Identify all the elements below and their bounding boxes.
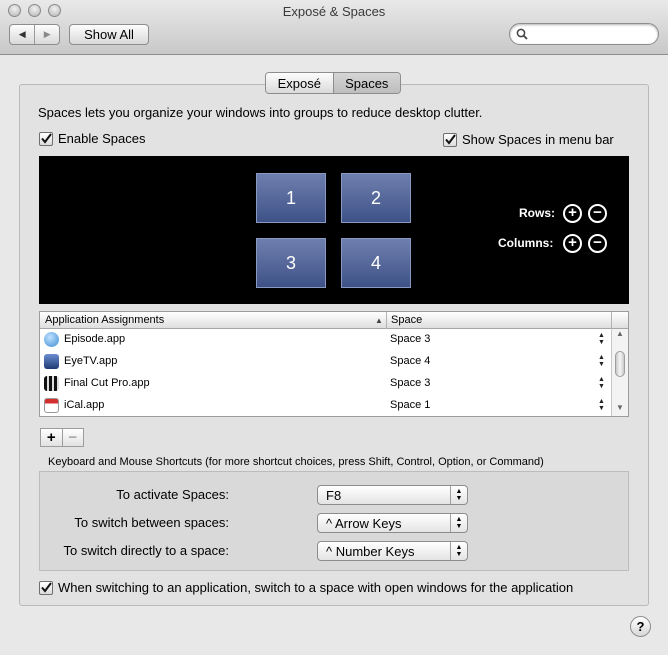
final-cut-pro-icon <box>44 376 59 391</box>
checkmark-icon <box>444 134 456 145</box>
show-all-button[interactable]: Show All <box>69 24 149 45</box>
remove-column-button[interactable]: − <box>588 234 607 253</box>
enable-spaces-checkbox[interactable]: Enable Spaces <box>39 131 145 146</box>
space-popup-arrows-icon[interactable]: ▲ ▼ <box>598 376 605 390</box>
sort-ascending-icon: ▲ <box>375 316 383 325</box>
popup-arrows-icon: ▲ ▼ <box>450 486 467 504</box>
window-title: Exposé & Spaces <box>282 4 386 19</box>
window-titlebar: Exposé & Spaces ◀ ▶ Show All <box>0 0 668 55</box>
shortcuts-section-title: Keyboard and Mouse Shortcuts (for more s… <box>48 456 544 468</box>
popup-arrows-icon: ▲ ▼ <box>450 514 467 532</box>
checkmark-icon <box>40 133 52 144</box>
popup-arrows-icon: ▲ ▼ <box>450 542 467 560</box>
space-1-thumbnail[interactable]: 1 <box>256 173 326 223</box>
help-button[interactable]: ? <box>630 616 651 637</box>
columns-label: Columns: <box>498 236 554 250</box>
app-name: EyeTV.app <box>64 355 118 367</box>
switch-between-spaces-label: To switch between spaces: <box>74 515 229 530</box>
tab-bar: Exposé Spaces <box>265 72 401 94</box>
activate-spaces-label: To activate Spaces: <box>116 487 229 502</box>
rows-label: Rows: <box>519 206 555 220</box>
scroll-down-icon[interactable]: ▼ <box>616 403 624 412</box>
table-row[interactable]: EyeTV.app Space 4 ▲ ▼ <box>40 351 611 373</box>
checkbox-box[interactable] <box>443 132 457 147</box>
popup-value: F8 <box>326 488 342 503</box>
add-assignment-button[interactable]: + <box>41 429 62 446</box>
spaces-description: Spaces lets you organize your windows in… <box>38 105 483 120</box>
add-column-button[interactable]: + <box>563 234 582 253</box>
column-header-application[interactable]: Application Assignments <box>45 314 164 326</box>
column-header-space[interactable]: Space <box>391 314 422 326</box>
popup-value: ^ Number Keys <box>326 544 415 559</box>
switch-between-spaces-popup[interactable]: ^ Arrow Keys ▲ ▼ <box>317 513 468 533</box>
switch-to-app-space-checkbox[interactable]: When switching to an application, switch… <box>39 580 573 595</box>
scroll-thumb[interactable] <box>615 351 625 377</box>
search-field[interactable] <box>509 23 659 45</box>
forward-button[interactable]: ▶ <box>34 25 59 44</box>
tab-spaces[interactable]: Spaces <box>332 73 400 93</box>
episode-icon <box>44 332 59 347</box>
app-name: iCal.app <box>64 399 105 411</box>
table-row[interactable]: Episode.app Space 3 ▲ ▼ <box>40 329 611 351</box>
checkbox-box[interactable] <box>39 131 53 146</box>
popup-value: ^ Arrow Keys <box>326 516 402 531</box>
space-popup-arrows-icon[interactable]: ▲ ▼ <box>598 354 605 368</box>
enable-spaces-label: Enable Spaces <box>58 131 146 146</box>
table-header: Application Assignments ▲ Space <box>40 312 628 329</box>
table-row[interactable]: iCal.app Space 1 ▲ ▼ <box>40 395 611 416</box>
app-name: Final Cut Pro.app <box>64 377 150 389</box>
space-2-thumbnail[interactable]: 2 <box>341 173 411 223</box>
forward-arrow-icon: ▶ <box>43 29 51 39</box>
search-input[interactable] <box>532 26 652 42</box>
assigned-space: Space 1 <box>390 399 431 411</box>
app-name: Episode.app <box>64 333 126 345</box>
space-popup-arrows-icon[interactable]: ▲ ▼ <box>598 398 605 412</box>
space-4-thumbnail[interactable]: 4 <box>341 238 411 288</box>
show-spaces-in-menu-bar-checkbox[interactable]: Show Spaces in menu bar <box>443 132 614 147</box>
space-3-thumbnail[interactable]: 3 <box>256 238 326 288</box>
checkbox-box[interactable] <box>39 580 53 595</box>
tab-expose[interactable]: Exposé <box>266 73 333 93</box>
assigned-space: Space 3 <box>390 333 431 345</box>
vertical-scrollbar[interactable]: ▲ ▼ <box>611 329 628 416</box>
eyetv-icon <box>44 354 59 369</box>
search-icon <box>516 28 528 40</box>
ical-icon <box>44 398 59 413</box>
checkmark-icon <box>40 582 52 593</box>
remove-assignment-button[interactable]: − <box>61 429 84 446</box>
shortcuts-box: To activate Spaces: F8 ▲ ▼ To switch betw… <box>39 471 629 571</box>
back-arrow-icon: ◀ <box>18 29 26 39</box>
switch-directly-label: To switch directly to a space: <box>63 543 229 558</box>
assigned-space: Space 4 <box>390 355 431 367</box>
back-button[interactable]: ◀ <box>10 25 34 44</box>
activate-spaces-popup[interactable]: F8 ▲ ▼ <box>317 485 468 505</box>
add-row-button[interactable]: + <box>563 204 582 223</box>
table-row[interactable]: Final Cut Pro.app Space 3 ▲ ▼ <box>40 373 611 395</box>
switch-to-app-space-label: When switching to an application, switch… <box>58 580 574 595</box>
remove-row-button[interactable]: − <box>588 204 607 223</box>
spaces-grid-preview: 1 2 3 4 Rows: + − Columns: + − <box>39 156 629 304</box>
show-spaces-in-menu-bar-label: Show Spaces in menu bar <box>462 132 614 147</box>
assigned-space: Space 3 <box>390 377 431 389</box>
add-remove-control: + − <box>40 428 84 447</box>
switch-directly-popup[interactable]: ^ Number Keys ▲ ▼ <box>317 541 468 561</box>
column-divider[interactable] <box>386 312 387 329</box>
back-forward-control: ◀ ▶ <box>9 24 60 45</box>
application-assignments-table: Application Assignments ▲ Space Episode.… <box>39 311 629 417</box>
space-popup-arrows-icon[interactable]: ▲ ▼ <box>598 332 605 346</box>
column-divider <box>611 312 612 329</box>
scroll-up-icon[interactable]: ▲ <box>616 329 624 338</box>
